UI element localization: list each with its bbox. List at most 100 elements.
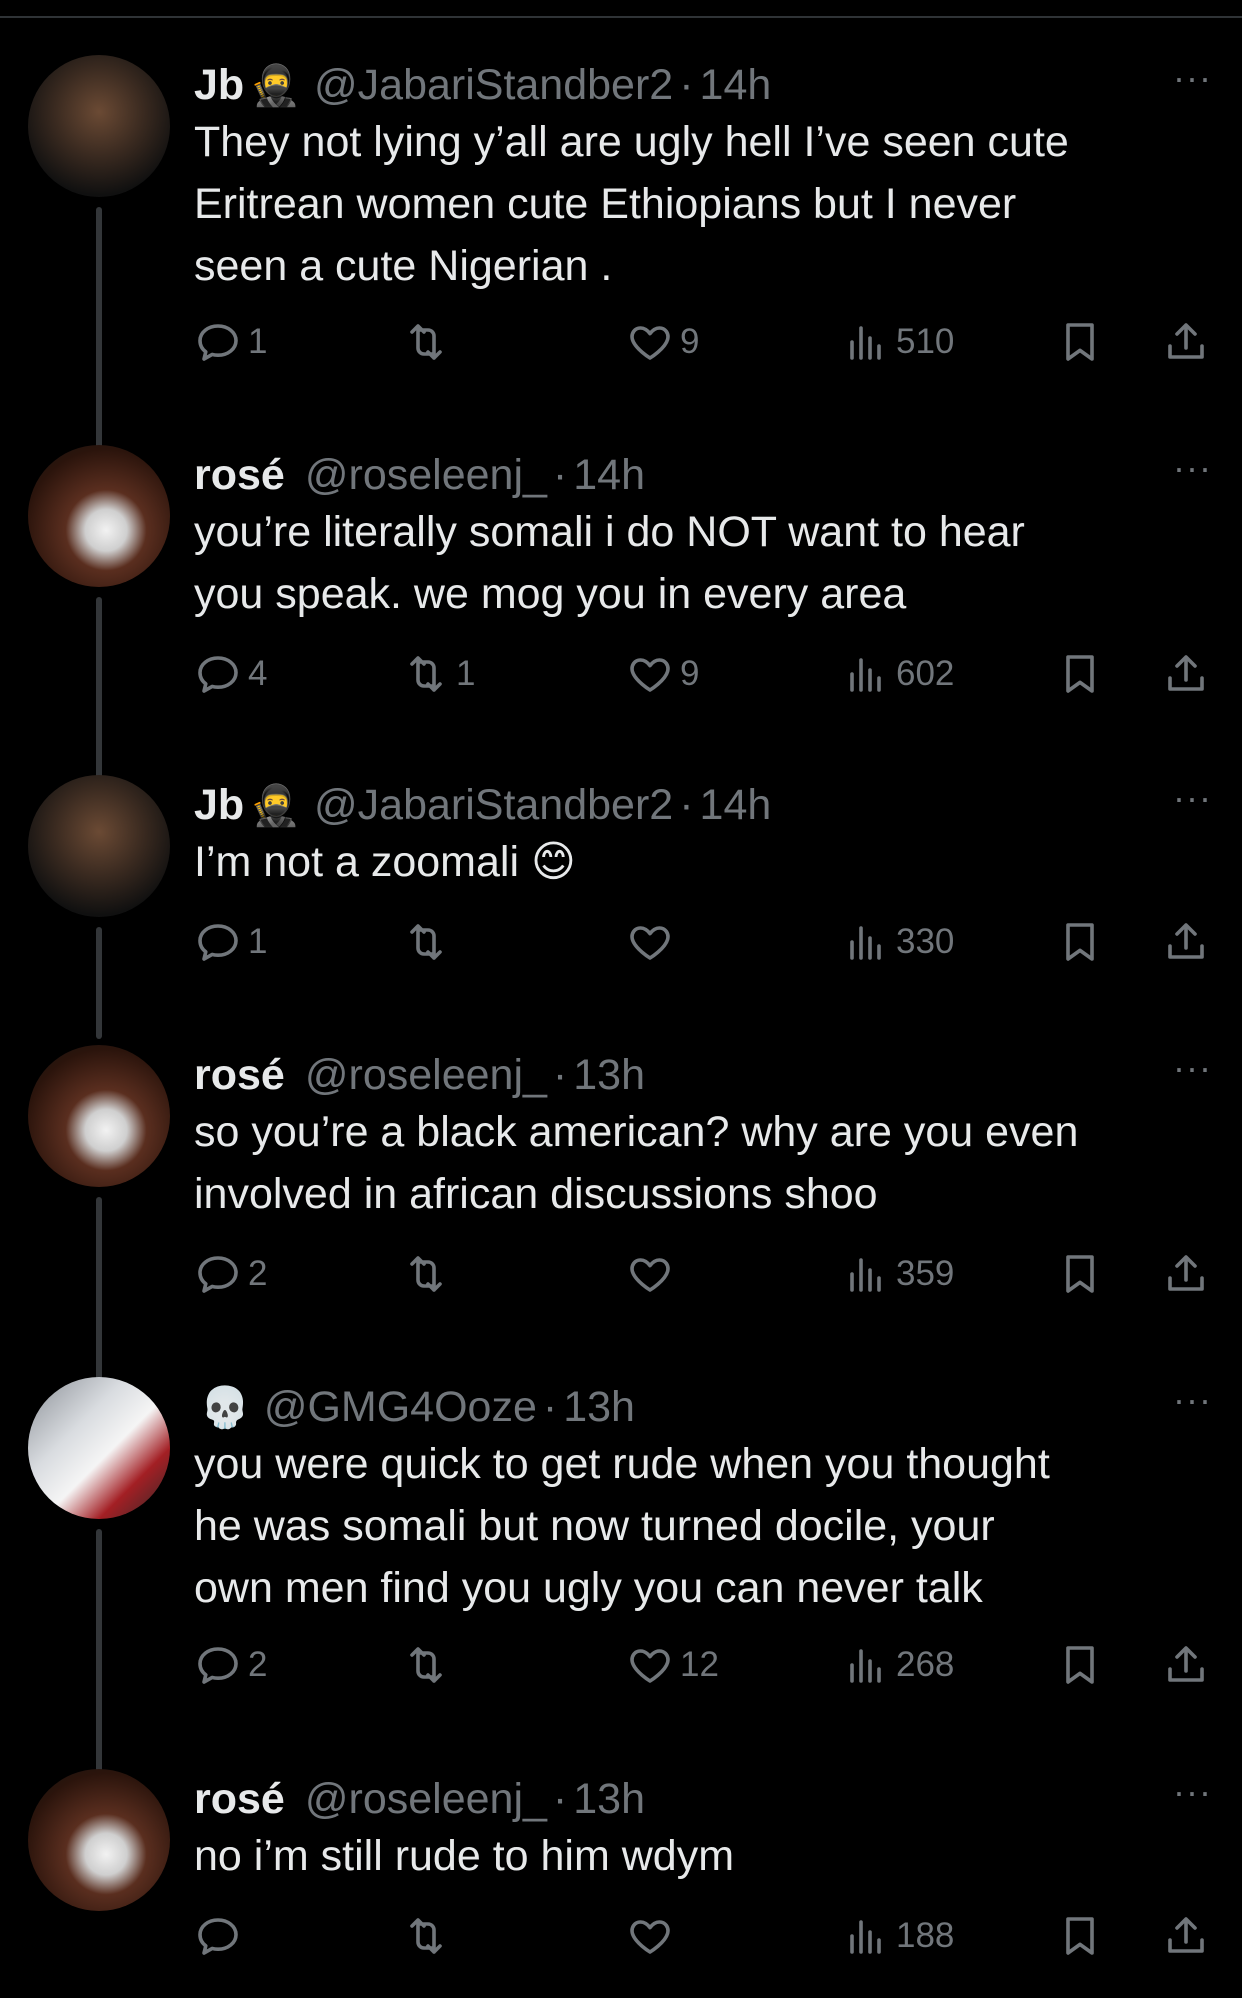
views-button[interactable]: 359 xyxy=(842,1244,954,1304)
user-handle[interactable]: @JabariStandber2 xyxy=(314,781,673,830)
user-handle[interactable]: @roseleenj_ xyxy=(305,1051,547,1100)
tweet-header: rosé @roseleenj_ · 14h xyxy=(194,445,645,505)
timestamp[interactable]: 14h xyxy=(573,451,645,500)
like-button[interactable]: 9 xyxy=(626,312,699,372)
views-chart-icon xyxy=(850,1920,881,1954)
views-button[interactable]: 602 xyxy=(842,644,954,704)
views-chart-icon xyxy=(850,658,881,692)
action-bar: 2 12 268 xyxy=(194,1635,1214,1695)
bookmark-button[interactable] xyxy=(1056,912,1104,972)
more-options-icon[interactable]: ··· xyxy=(1173,1377,1212,1437)
retweet-icon xyxy=(410,924,442,960)
views-button[interactable]: 510 xyxy=(842,312,954,372)
reply-icon xyxy=(198,656,238,693)
reply-icon xyxy=(198,1256,238,1293)
reply-button[interactable]: 2 xyxy=(194,1244,267,1304)
tweet-text-line: you’re literally somali i do NOT want to… xyxy=(194,508,1025,556)
avatar[interactable] xyxy=(28,1769,170,1911)
display-name[interactable]: rosé xyxy=(194,1775,285,1824)
user-handle[interactable]: @JabariStandber2 xyxy=(314,61,673,110)
retweet-button[interactable] xyxy=(402,1906,456,1966)
share-icon xyxy=(1168,1255,1204,1291)
bookmark-button[interactable] xyxy=(1056,1244,1104,1304)
reply-button[interactable]: 1 xyxy=(194,912,267,972)
tweet-text: you were quick to get rude when you thou… xyxy=(194,1433,1194,1619)
more-options-icon[interactable]: ··· xyxy=(1173,1045,1212,1105)
reply-count: 1 xyxy=(248,322,268,361)
views-chart-icon xyxy=(850,1649,881,1683)
display-name[interactable]: rosé xyxy=(194,451,285,500)
share-button[interactable] xyxy=(1162,644,1210,704)
views-button[interactable]: 330 xyxy=(842,912,954,972)
share-button[interactable] xyxy=(1162,912,1210,972)
reply-button[interactable]: 4 xyxy=(194,644,267,704)
separator-dot: · xyxy=(552,1050,568,1099)
display-name[interactable]: rosé xyxy=(194,1051,285,1100)
reply-icon xyxy=(198,324,238,361)
like-button[interactable]: 12 xyxy=(626,1635,719,1695)
retweet-button[interactable]: 1 xyxy=(402,644,475,704)
timestamp[interactable]: 13h xyxy=(573,1051,645,1100)
thread-connector-line xyxy=(96,1529,102,1809)
like-button[interactable] xyxy=(626,1906,680,1966)
view-count: 359 xyxy=(896,1254,955,1293)
user-handle[interactable]: @GMG4Ooze xyxy=(264,1383,537,1432)
reply-button[interactable]: 1 xyxy=(194,312,267,372)
tweet-header: rosé @roseleenj_ · 13h xyxy=(194,1769,645,1829)
display-name[interactable]: Jb xyxy=(194,61,244,110)
more-options-icon[interactable]: ··· xyxy=(1173,445,1212,505)
views-chart-icon xyxy=(850,326,881,360)
tweet-text-line: seen a cute Nigerian . xyxy=(194,242,613,290)
bookmark-button[interactable] xyxy=(1056,1906,1104,1966)
separator-dot: · xyxy=(679,60,694,109)
retweet-button[interactable] xyxy=(402,1635,456,1695)
reply-button[interactable]: 2 xyxy=(194,1635,267,1695)
tweet-text-line: so you’re a black american? why are you … xyxy=(194,1108,1079,1156)
heart-icon xyxy=(630,1920,670,1954)
timestamp[interactable]: 13h xyxy=(573,1775,645,1824)
timestamp[interactable]: 14h xyxy=(700,781,772,830)
thread-connector-line xyxy=(96,1197,102,1407)
avatar[interactable] xyxy=(28,1045,170,1187)
reply-button[interactable] xyxy=(194,1906,248,1966)
share-button[interactable] xyxy=(1162,1244,1210,1304)
action-bar: 188 xyxy=(194,1906,1214,1966)
timestamp[interactable]: 14h xyxy=(700,61,772,110)
like-button[interactable] xyxy=(626,1244,680,1304)
tweet-text: so you’re a black american? why are you … xyxy=(194,1101,1194,1225)
thread-connector-line xyxy=(96,927,102,1039)
like-button[interactable] xyxy=(626,912,680,972)
bookmark-button[interactable] xyxy=(1056,1635,1104,1695)
views-button[interactable]: 268 xyxy=(842,1635,954,1695)
timestamp[interactable]: 13h xyxy=(563,1383,635,1432)
bookmark-button[interactable] xyxy=(1056,312,1104,372)
view-count: 330 xyxy=(896,922,955,961)
share-button[interactable] xyxy=(1162,312,1210,372)
avatar[interactable] xyxy=(28,445,170,587)
user-handle[interactable]: @roseleenj_ xyxy=(305,451,547,500)
retweet-button[interactable] xyxy=(402,1244,456,1304)
share-button[interactable] xyxy=(1162,1906,1210,1966)
avatar[interactable] xyxy=(28,775,170,917)
retweet-button[interactable] xyxy=(402,912,456,972)
retweet-button[interactable] xyxy=(402,312,456,372)
view-count: 510 xyxy=(896,322,955,361)
retweet-icon xyxy=(410,1918,442,1954)
tweet-header: Jb 🥷 @JabariStandber2 · 14h xyxy=(194,55,771,115)
view-count: 602 xyxy=(896,654,955,693)
like-button[interactable]: 9 xyxy=(626,644,699,704)
bookmark-icon xyxy=(1066,655,1094,693)
separator-dot: · xyxy=(679,780,694,829)
share-button[interactable] xyxy=(1162,1635,1210,1695)
avatar[interactable] xyxy=(28,55,170,197)
views-button[interactable]: 188 xyxy=(842,1906,954,1966)
more-options-icon[interactable]: ··· xyxy=(1173,55,1212,115)
tweet-text-line: own men find you ugly you can never talk xyxy=(194,1564,983,1612)
more-options-icon[interactable]: ··· xyxy=(1173,1769,1212,1829)
reply-count: 4 xyxy=(248,654,268,693)
more-options-icon[interactable]: ··· xyxy=(1173,775,1212,835)
bookmark-button[interactable] xyxy=(1056,644,1104,704)
display-name[interactable]: Jb xyxy=(194,781,244,830)
avatar[interactable] xyxy=(28,1377,170,1519)
user-handle[interactable]: @roseleenj_ xyxy=(305,1775,547,1824)
